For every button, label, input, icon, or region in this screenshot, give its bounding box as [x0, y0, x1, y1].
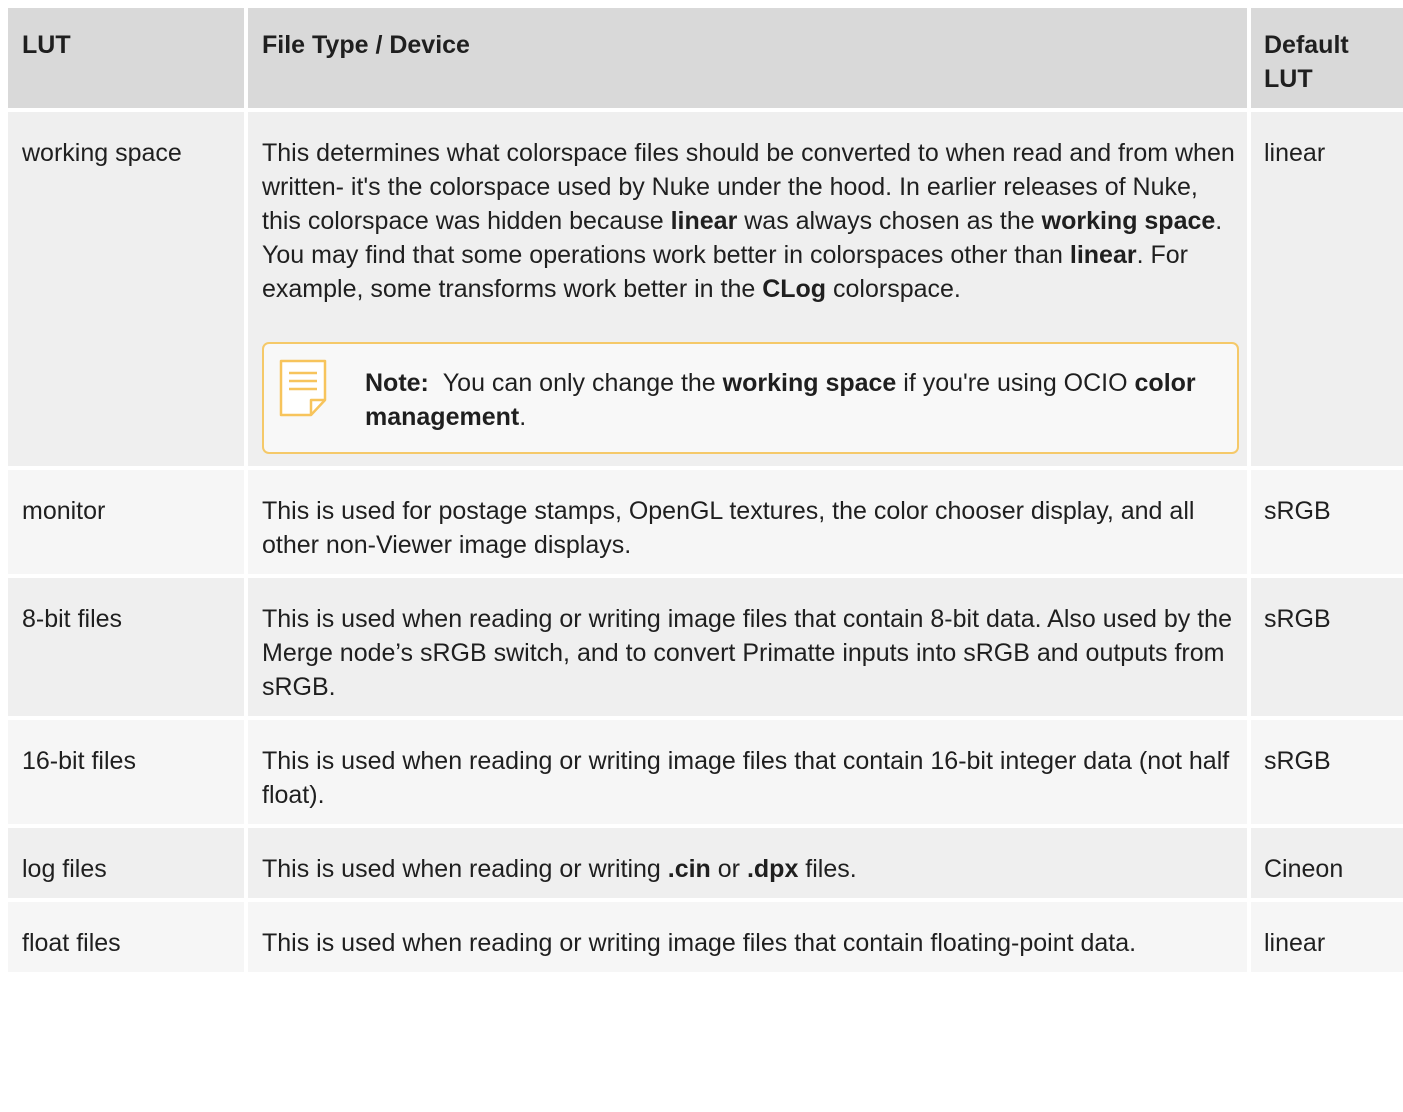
- note-text-part: .: [519, 403, 527, 431]
- table-row: working space This determines what color…: [8, 110, 1403, 468]
- term-working-space: working space: [1041, 207, 1216, 235]
- note-document-icon: [278, 358, 328, 418]
- lut-name: float files: [8, 900, 246, 972]
- note-text-part: if you're using OCIO: [896, 369, 1135, 397]
- default-lut: sRGB: [1247, 718, 1403, 826]
- lut-name: working space: [8, 110, 246, 468]
- note-label: Note:: [365, 369, 429, 397]
- table-row: monitor This is used for postage stamps,…: [8, 468, 1403, 576]
- header-file-type-device: File Type / Device: [244, 8, 1249, 110]
- term-cin: .cin: [667, 855, 711, 883]
- header-default-lut: Default LUT: [1247, 8, 1403, 110]
- default-lut: Cineon: [1247, 826, 1403, 900]
- lut-description: This is used when reading or writing .ci…: [244, 826, 1249, 900]
- table-row: 8-bit files This is used when reading or…: [8, 576, 1403, 718]
- term-dpx: .dpx: [746, 855, 799, 883]
- table-row: log files This is used when reading or w…: [8, 826, 1403, 900]
- table-row: float files This is used when reading or…: [8, 900, 1403, 972]
- description-text: was always chosen as the: [737, 207, 1042, 235]
- description-text: files.: [798, 855, 857, 883]
- term-working-space: working space: [722, 369, 897, 397]
- note-box: Note: You can only change the working sp…: [262, 342, 1239, 454]
- default-lut: sRGB: [1247, 468, 1403, 576]
- default-lut: sRGB: [1247, 576, 1403, 718]
- lut-name: monitor: [8, 468, 246, 576]
- term-clog: CLog: [762, 275, 827, 303]
- lut-description: This determines what colorspace files sh…: [244, 110, 1249, 468]
- default-lut: linear: [1247, 110, 1403, 468]
- header-row: LUT File Type / Device Default LUT: [8, 8, 1403, 110]
- lut-name: 16-bit files: [8, 718, 246, 826]
- lut-name: log files: [8, 826, 246, 900]
- lut-table: LUT File Type / Device Default LUT worki…: [8, 8, 1403, 972]
- description-text: This is used when reading or writing: [262, 855, 668, 883]
- header-lut: LUT: [8, 8, 246, 110]
- lut-description: This is used when reading or writing ima…: [244, 576, 1249, 718]
- lut-description: This is used when reading or writing ima…: [244, 718, 1249, 826]
- description-text: colorspace.: [826, 275, 961, 303]
- note-text-part: You can only change the: [442, 369, 723, 397]
- lut-description: This is used when reading or writing ima…: [244, 900, 1249, 972]
- table-row: 16-bit files This is used when reading o…: [8, 718, 1403, 826]
- lut-description: This is used for postage stamps, OpenGL …: [244, 468, 1249, 576]
- description-text: or: [710, 855, 747, 883]
- default-lut: linear: [1247, 900, 1403, 972]
- term-linear: linear: [1069, 241, 1137, 269]
- note-text: Note: You can only change the working sp…: [365, 366, 1217, 434]
- lut-name: 8-bit files: [8, 576, 246, 718]
- term-linear: linear: [670, 207, 738, 235]
